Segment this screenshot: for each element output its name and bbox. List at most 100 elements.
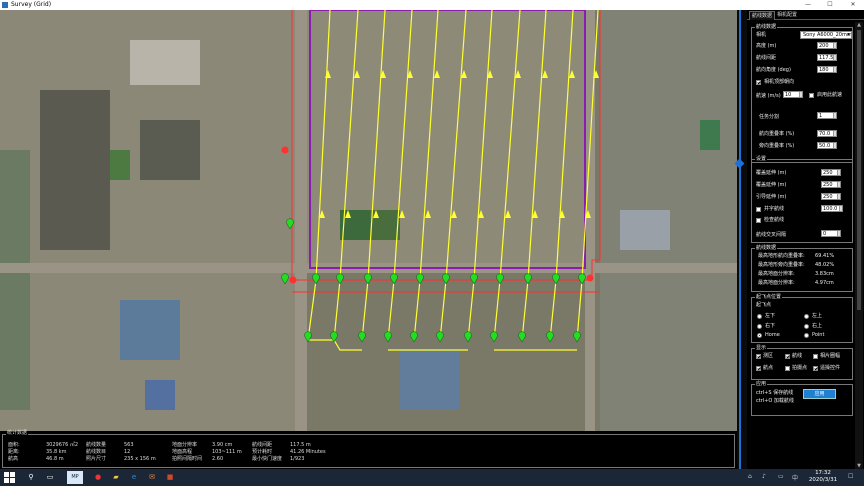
scroll-up-icon[interactable]: ▲ xyxy=(855,22,863,28)
display-photo-point-checkbox[interactable] xyxy=(785,366,790,371)
extend-forward-input[interactable]: 250 xyxy=(821,169,841,176)
waypoint-marker[interactable] xyxy=(578,273,586,285)
chrome-icon[interactable]: ● xyxy=(92,471,104,484)
waypoint-marker[interactable] xyxy=(312,273,320,285)
checkbox-label: 遥操控件 xyxy=(820,365,841,371)
waypoint-marker[interactable] xyxy=(358,331,366,343)
waypoint-marker[interactable] xyxy=(286,218,294,230)
splitter-handle-icon[interactable] xyxy=(734,158,745,169)
waypoint-marker[interactable] xyxy=(336,273,344,285)
radio-label: 右下 xyxy=(765,323,776,329)
search-icon[interactable]: ⚲ xyxy=(25,471,37,484)
start-bottom-left-radio[interactable] xyxy=(757,314,762,319)
file-explorer-icon[interactable]: ▰ xyxy=(110,471,122,484)
close-button[interactable]: ✕ xyxy=(845,0,861,10)
lead-input[interactable]: 250 xyxy=(821,193,841,200)
stat-value: 3.90 cm xyxy=(212,442,233,448)
display-footprint-checkbox[interactable] xyxy=(813,354,818,359)
altitude-input[interactable]: 200 xyxy=(817,42,837,49)
maximize-button[interactable]: ☐ xyxy=(822,0,838,10)
tab-camera-config[interactable]: 相机配置 xyxy=(775,11,799,20)
chevron-down-icon: ▾ xyxy=(847,32,850,38)
display-waypoint-checkbox[interactable] xyxy=(756,366,761,371)
cross-route-value: 100.0 xyxy=(823,206,838,212)
office-icon[interactable]: ■ xyxy=(164,471,176,484)
overlap-forward-input[interactable]: 70.0 xyxy=(817,130,837,137)
waypoint-marker[interactable] xyxy=(573,331,581,343)
stat-value: 563 xyxy=(124,442,134,448)
waypoint-marker[interactable] xyxy=(524,273,532,285)
speed-input[interactable]: 10 xyxy=(783,91,803,98)
check-route-checkbox[interactable] xyxy=(756,218,761,223)
window-title: Survey (Grid) xyxy=(11,1,52,8)
waypoint-marker[interactable] xyxy=(518,331,526,343)
display-route-checkbox[interactable] xyxy=(785,354,790,359)
extend-side-input[interactable]: 250 xyxy=(821,181,841,188)
stat-label: 地面高程 xyxy=(172,449,193,455)
satellite-map[interactable] xyxy=(0,10,737,431)
waypoint-marker[interactable] xyxy=(390,273,398,285)
start-sub-label: 起飞点 xyxy=(756,302,772,308)
title-bar: Survey (Grid) — ☐ ✕ xyxy=(0,0,864,10)
waypoint-marker[interactable] xyxy=(490,331,498,343)
input-language[interactable]: 中 xyxy=(792,473,798,482)
overlap-side-input[interactable]: 50.0 xyxy=(817,142,837,149)
windows-start-icon[interactable] xyxy=(4,472,15,483)
cross-route-input[interactable]: 100.0 xyxy=(821,205,843,212)
notification-icon[interactable]: ☐ xyxy=(848,473,853,480)
camera-top-checkbox[interactable] xyxy=(756,80,761,85)
waypoint-marker[interactable] xyxy=(410,331,418,343)
checkbox-label: 拍摄点 xyxy=(792,365,808,371)
speed-value: 10 xyxy=(785,92,792,98)
display-control-checkbox[interactable] xyxy=(813,366,818,371)
waypoint-marker[interactable] xyxy=(384,331,392,343)
minimize-button[interactable]: — xyxy=(800,0,816,10)
waypoint-marker[interactable] xyxy=(464,331,472,343)
camera-label: 相机 xyxy=(756,32,767,38)
speed-enable-checkbox[interactable] xyxy=(809,93,814,98)
heading-label: 航向角度 (deg) xyxy=(756,67,791,73)
waypoint-marker[interactable] xyxy=(546,331,554,343)
panel-scrollbar[interactable]: ▲ ▼ xyxy=(855,22,863,469)
mail-icon[interactable]: ✉ xyxy=(146,471,158,484)
volume-icon[interactable]: ♪ xyxy=(762,473,766,480)
waypoint-marker[interactable] xyxy=(496,273,504,285)
route-interval-input[interactable]: 0 xyxy=(821,230,841,237)
stat-label: 照片尺寸 xyxy=(86,456,107,462)
start-top-left-radio[interactable] xyxy=(804,314,809,319)
waypoint-marker[interactable] xyxy=(470,273,478,285)
split-input[interactable]: 1 xyxy=(817,112,837,119)
heading-input[interactable]: 180 xyxy=(817,66,837,73)
panel-splitter[interactable] xyxy=(734,10,747,469)
edge-icon[interactable]: e xyxy=(128,471,140,484)
network-icon[interactable]: ⌂ xyxy=(748,473,752,480)
waypoint-marker[interactable] xyxy=(364,273,372,285)
waypoint-marker[interactable] xyxy=(436,331,444,343)
start-point-radio[interactable] xyxy=(804,333,809,338)
battery-icon[interactable]: ▭ xyxy=(778,473,784,480)
start-bottom-right-radio[interactable] xyxy=(757,324,762,329)
waypoint-marker[interactable] xyxy=(304,331,312,343)
mission-planner-app-icon[interactable]: MP xyxy=(67,471,83,484)
waypoint-layer[interactable] xyxy=(0,10,737,431)
camera-select[interactable]: Sony A6000_20mm ▾ xyxy=(800,31,852,39)
waypoint-marker[interactable] xyxy=(330,331,338,343)
waypoint-marker[interactable] xyxy=(281,273,289,285)
tab-route-data[interactable]: 航线数据 xyxy=(749,11,776,20)
waypoint-marker[interactable] xyxy=(442,273,450,285)
display-area-checkbox[interactable] xyxy=(756,354,761,359)
cross-route-checkbox[interactable] xyxy=(756,207,761,212)
waypoint-marker[interactable] xyxy=(416,273,424,285)
start-home-radio[interactable] xyxy=(757,333,762,338)
start-top-right-radio[interactable] xyxy=(804,324,809,329)
spacing-input[interactable]: 117.5 xyxy=(817,54,837,61)
clock[interactable]: 17:32 2020/3/31 xyxy=(806,470,840,484)
apply-button[interactable]: 应用 xyxy=(803,389,836,399)
scroll-thumb[interactable] xyxy=(857,30,861,310)
task-view-icon[interactable]: ▭ xyxy=(44,471,56,484)
load-hint: ctrl+O 加载航线 xyxy=(756,398,794,404)
overlap-side-value: 50.0 xyxy=(819,143,831,149)
group-title: 显示 xyxy=(755,345,768,351)
waypoint-marker[interactable] xyxy=(552,273,560,285)
save-hint: ctrl+S 保存航线 xyxy=(756,390,794,396)
